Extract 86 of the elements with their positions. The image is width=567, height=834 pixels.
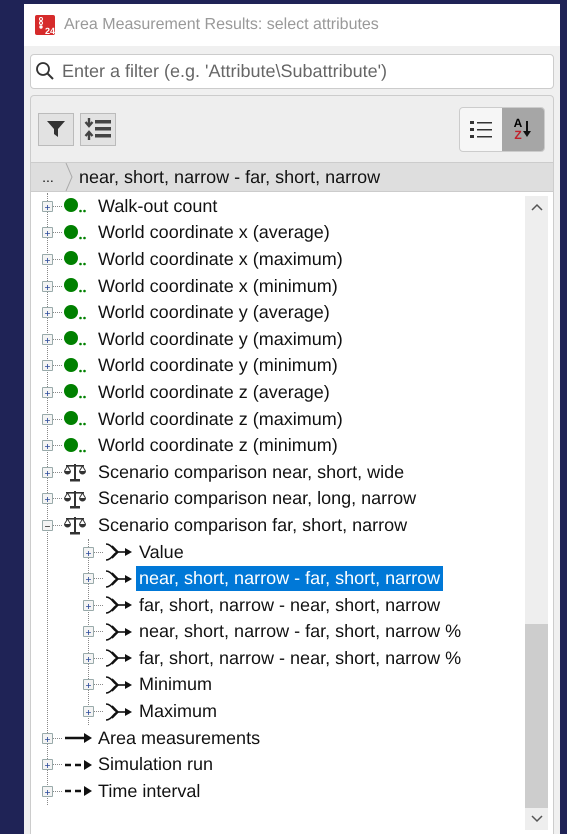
dot-icon	[63, 383, 87, 402]
filter-button[interactable]	[38, 112, 74, 146]
search-icon	[35, 61, 55, 81]
tree-item[interactable]: World coordinate y (average)	[95, 300, 333, 326]
tree-item[interactable]: Scenario comparison near, long, narrow	[95, 486, 420, 512]
balance-scale-icon	[63, 515, 87, 536]
merge-arrow-icon	[104, 702, 134, 722]
tree-item[interactable]: Area measurements	[95, 726, 264, 751]
chevron-up-icon	[530, 203, 542, 211]
tree-item[interactable]: World coordinate y (maximum)	[95, 326, 346, 352]
dashed-arrow-icon	[63, 784, 93, 798]
filter-icon	[46, 119, 66, 139]
breadcrumb-ellipsis[interactable]: ...	[31, 169, 65, 185]
arrow-icon	[63, 731, 93, 746]
tree-item[interactable]: Minimum	[136, 672, 216, 698]
tree-item[interactable]: Time interval	[95, 778, 204, 804]
merge-arrow-icon	[104, 595, 134, 616]
dot-icon	[63, 197, 87, 216]
tree-item[interactable]: Walk-out count	[95, 194, 220, 219]
balance-scale-icon	[63, 488, 87, 509]
expand-collapse-button[interactable]	[80, 112, 116, 146]
expand-toggle[interactable]	[42, 440, 53, 452]
expand-toggle[interactable]	[42, 759, 53, 770]
expand-toggle[interactable]	[42, 227, 53, 238]
merge-arrow-icon	[104, 542, 134, 562]
chevron-down-icon	[530, 815, 542, 823]
chevron-separator-icon	[65, 163, 73, 191]
scrollbar-thumb[interactable]	[525, 624, 548, 808]
expand-toggle[interactable]	[42, 254, 53, 265]
tree-item[interactable]: World coordinate z (minimum)	[95, 433, 341, 458]
tree-item[interactable]: Maximum	[136, 699, 220, 724]
expand-toggle[interactable]	[42, 360, 53, 372]
expand-toggle[interactable]	[42, 386, 53, 398]
expand-toggle[interactable]	[42, 414, 53, 425]
dot-icon	[63, 304, 87, 322]
merge-arrow-icon	[104, 674, 134, 695]
expand-toggle[interactable]	[83, 706, 94, 718]
tree-item[interactable]: near, short, narrow - far, short, narrow %	[136, 619, 464, 644]
breadcrumb-item[interactable]: near, short, narrow - far, short, narrow	[73, 166, 380, 188]
list-icon	[469, 119, 493, 139]
tree-item[interactable]: World coordinate x (average)	[95, 220, 333, 246]
expand-toggle[interactable]	[42, 732, 53, 744]
expand-toggle[interactable]	[42, 280, 53, 292]
merge-arrow-icon	[104, 622, 134, 642]
window-title: Area Measurement Results: select attributes	[64, 16, 379, 34]
dashed-arrow-icon	[63, 758, 93, 772]
expand-toggle[interactable]	[83, 573, 94, 584]
tree-item[interactable]: near, short, narrow - far, short, narrow	[136, 566, 444, 592]
tree-item[interactable]: World coordinate z (maximum)	[95, 406, 346, 432]
expand-toggle[interactable]	[42, 466, 53, 478]
expand-toggle[interactable]	[42, 307, 53, 318]
tree-item[interactable]: Scenario comparison near, short, wide	[95, 460, 408, 485]
tree-item[interactable]: World coordinate x (maximum)	[95, 246, 346, 272]
expand-toggle[interactable]	[83, 626, 94, 638]
merge-arrow-icon	[104, 648, 134, 668]
tree-item[interactable]: Simulation run	[95, 752, 216, 778]
sort-button[interactable]: A Z	[502, 108, 544, 150]
expand-toggle[interactable]	[42, 493, 53, 504]
expand-toggle[interactable]	[83, 679, 94, 690]
balance-scale-icon	[63, 462, 87, 482]
dot-icon	[63, 224, 87, 242]
dot-icon	[63, 277, 87, 296]
dot-icon	[63, 436, 87, 455]
expand-toggle[interactable]	[42, 200, 53, 212]
expand-toggle[interactable]	[83, 600, 94, 611]
tree-item[interactable]: World coordinate z (average)	[95, 380, 333, 405]
tree-item[interactable]: Scenario comparison far, short, narrow	[95, 512, 410, 538]
merge-arrow-icon	[104, 568, 134, 589]
dot-icon	[63, 330, 87, 348]
expand-collapse-icon	[84, 117, 112, 141]
dot-icon	[63, 410, 87, 428]
app-icon: 24	[35, 15, 55, 35]
collapse-toggle[interactable]	[42, 520, 53, 531]
tree-item[interactable]: Value	[136, 540, 187, 565]
expand-toggle[interactable]	[83, 546, 94, 558]
tree-item[interactable]: far, short, narrow - near, short, narrow	[136, 592, 444, 618]
dot-icon	[63, 356, 87, 375]
expand-toggle[interactable]	[42, 334, 53, 345]
tree-item[interactable]: far, short, narrow - near, short, narrow %	[136, 646, 464, 671]
expand-toggle[interactable]	[42, 786, 53, 797]
filter-field[interactable]: Enter a filter (e.g. 'Attribute\Subattribute')	[30, 54, 554, 89]
down-arrow-icon	[522, 120, 532, 138]
dot-icon	[63, 250, 87, 268]
expand-toggle[interactable]	[83, 652, 94, 664]
tree-item[interactable]: World coordinate x (minimum)	[95, 274, 341, 299]
tree-item[interactable]: World coordinate y (minimum)	[95, 353, 341, 378]
